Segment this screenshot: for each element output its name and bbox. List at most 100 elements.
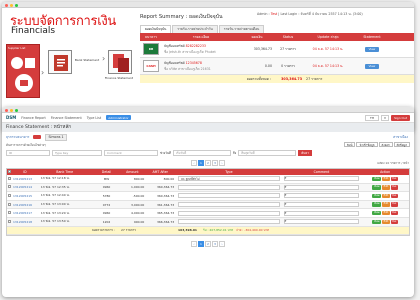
search-icon[interactable]: ⌕ bbox=[284, 184, 286, 189]
row-edit-button[interactable]: Edit bbox=[382, 219, 390, 225]
row-checkbox[interactable] bbox=[8, 211, 12, 215]
admin-user[interactable]: Test bbox=[271, 12, 278, 16]
account-number[interactable]: 8282282233 bbox=[186, 44, 206, 48]
row-delete-button[interactable]: Del bbox=[390, 210, 398, 216]
row-id[interactable]: 1312005218 bbox=[13, 220, 37, 224]
row-delete-button[interactable]: Del bbox=[390, 185, 398, 190]
bank-statement-card bbox=[48, 50, 72, 74]
row-delete-button[interactable]: Del bbox=[390, 219, 398, 225]
row-type-input[interactable]: ⌕ bbox=[178, 202, 287, 208]
row-type-input[interactable]: ⌕ bbox=[178, 193, 287, 199]
nav-type-list[interactable]: Type List bbox=[87, 116, 101, 120]
language-select[interactable]: TH bbox=[365, 115, 380, 121]
row-checkbox[interactable] bbox=[8, 176, 12, 180]
row-comment-input[interactable] bbox=[283, 210, 360, 216]
page-3[interactable]: 3 bbox=[212, 160, 218, 166]
row-checkbox[interactable] bbox=[8, 185, 12, 189]
page-2[interactable]: 2 bbox=[205, 241, 211, 248]
search-icon[interactable]: ⌕ bbox=[284, 176, 286, 180]
row-bank-time: 13 พ.ย. 57 12:40 น. bbox=[40, 193, 70, 198]
row-id[interactable]: 1312005213 bbox=[13, 177, 37, 181]
search-button[interactable]: ค้นหา bbox=[298, 150, 312, 156]
search-icon[interactable]: ⌕ bbox=[284, 210, 286, 215]
page-1[interactable]: 1 bbox=[198, 160, 204, 166]
row-view-button[interactable]: View bbox=[372, 176, 382, 182]
flag-icon[interactable]: ▾ bbox=[381, 115, 390, 121]
import-button[interactable]: นำเข้าข้อมูล bbox=[356, 142, 378, 147]
page-1[interactable]: 1 bbox=[198, 241, 204, 248]
start-date-input[interactable]: เริ่มวันที่ bbox=[172, 150, 231, 156]
search-icon[interactable]: ⌕ bbox=[284, 193, 286, 197]
search-icon[interactable]: ⌕ bbox=[284, 219, 286, 223]
summary-table: ธนาคาร รายละเอียด ยอดเงิน Status Update … bbox=[140, 33, 414, 83]
account-number[interactable]: 12345678 bbox=[186, 61, 202, 65]
row-comment-input[interactable] bbox=[283, 184, 360, 190]
row-id[interactable]: 1312005217 bbox=[13, 211, 37, 215]
account-line: บัญชีออมทรัพย์ 8282282233 bbox=[164, 44, 240, 49]
page-2[interactable]: 2 bbox=[205, 160, 211, 166]
row-checkbox[interactable] bbox=[8, 202, 12, 206]
page-next[interactable]: › bbox=[219, 241, 225, 248]
page-size-info[interactable]: แสดง 10 รายการ / หน้า bbox=[377, 161, 409, 166]
col-bank: ธนาคาร bbox=[145, 34, 157, 39]
total-amount: 303,364.73 bbox=[281, 77, 302, 81]
id-input[interactable]: ID bbox=[6, 150, 50, 156]
row-edit-button[interactable]: Edit bbox=[382, 185, 390, 190]
branch-link[interactable]: สาขาเมือง bbox=[393, 135, 408, 140]
row-checkbox[interactable] bbox=[8, 193, 12, 197]
row-comment-input[interactable] bbox=[283, 202, 360, 208]
end-date-input[interactable]: สิ้นสุดวันที่ bbox=[238, 150, 297, 156]
maximize-dot[interactable] bbox=[15, 3, 18, 7]
row-delete-button[interactable]: Del bbox=[390, 193, 398, 199]
row-view-button[interactable]: View bbox=[372, 210, 382, 216]
row-type-input[interactable]: ⌕ bbox=[178, 219, 287, 225]
sign-out-button[interactable]: Sign Out bbox=[391, 115, 410, 121]
row-type-input[interactable]: ⌕ bbox=[178, 210, 287, 216]
summary-total-row: ยอดรวมทั้งหมด : 303,364.73 27 รายการ bbox=[140, 75, 414, 83]
col-detail: Detail bbox=[101, 170, 112, 174]
row-view-button[interactable]: View bbox=[372, 202, 382, 207]
fetch-button[interactable]: ดึงข้อมูล bbox=[393, 142, 410, 147]
bank-selector[interactable]: Simons 1 bbox=[45, 133, 67, 141]
minimize-dot[interactable] bbox=[10, 3, 13, 7]
nav-finance-report[interactable]: Finance Report bbox=[21, 116, 46, 120]
select-all-checkbox[interactable] bbox=[8, 170, 12, 173]
row-view-button[interactable]: View bbox=[372, 185, 382, 190]
row-edit-button[interactable]: Edit bbox=[382, 193, 390, 199]
row-view-button[interactable]: View bbox=[372, 219, 382, 225]
search-icon[interactable]: ⌕ bbox=[284, 202, 286, 206]
row-comment-input[interactable] bbox=[283, 219, 360, 225]
view-button[interactable]: View bbox=[365, 63, 379, 69]
print-button[interactable]: พิมพ์ bbox=[343, 142, 356, 147]
bank-label[interactable]: ธุรกรรมธนาคาร bbox=[6, 135, 29, 140]
row-edit-button[interactable]: Edit bbox=[382, 210, 390, 216]
page-prev[interactable]: ‹ bbox=[191, 241, 197, 248]
row-type-input[interactable]: ⌕ bbox=[178, 184, 287, 190]
close-dot[interactable] bbox=[5, 108, 8, 112]
row-id[interactable]: 1312005214 bbox=[13, 185, 37, 189]
row-view-button[interactable]: View bbox=[372, 193, 382, 199]
row-comment-input[interactable] bbox=[283, 193, 360, 199]
page-next[interactable]: › bbox=[219, 160, 225, 166]
row-edit-button[interactable]: Edit bbox=[382, 176, 390, 182]
export-button[interactable]: ส่งออก bbox=[378, 142, 393, 147]
account-type: บัญชีออมทรัพย์ bbox=[164, 60, 185, 65]
row-type-input[interactable]: 01 ลูกหนี้ทั่วไป ⌕ bbox=[178, 176, 287, 182]
row-comment-input[interactable] bbox=[283, 176, 360, 182]
comment-input[interactable]: Comment bbox=[104, 150, 158, 156]
logo[interactable]: DSM bbox=[6, 115, 16, 120]
row-checkbox[interactable] bbox=[8, 219, 12, 223]
row-id[interactable]: 1312005216 bbox=[13, 203, 37, 207]
row-delete-button[interactable]: Del bbox=[390, 202, 398, 207]
page-prev[interactable]: ‹ bbox=[191, 160, 197, 166]
row-delete-button[interactable]: Del bbox=[390, 176, 398, 182]
maximize-dot[interactable] bbox=[15, 108, 18, 112]
page-3[interactable]: 3 bbox=[212, 241, 218, 248]
close-dot[interactable] bbox=[5, 3, 8, 7]
nav-finance-statement[interactable]: Finance Statement bbox=[51, 116, 82, 120]
row-edit-button[interactable]: Edit bbox=[382, 202, 390, 207]
minimize-dot[interactable] bbox=[10, 108, 13, 112]
type-input[interactable]: Type Key bbox=[52, 150, 102, 156]
row-id[interactable]: 1312005215 bbox=[13, 194, 37, 198]
view-button[interactable]: View bbox=[365, 46, 379, 52]
